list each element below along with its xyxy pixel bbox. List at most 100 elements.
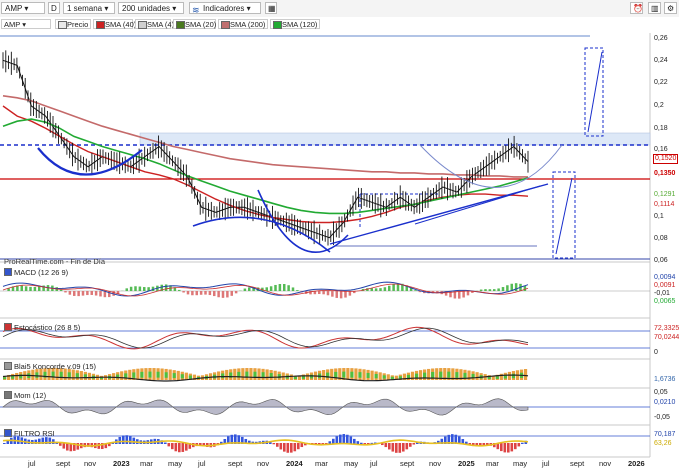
macd-histogram-bar xyxy=(24,286,28,291)
price-axis-label: 0,06 xyxy=(654,257,668,264)
stoch-panel-title[interactable]: Estocástico (26 8 5) xyxy=(4,323,80,332)
macd-histogram-bar xyxy=(501,287,505,291)
macd-axis-label: -0,01 xyxy=(653,290,671,298)
mom-panel-title[interactable]: Mom (12) xyxy=(4,391,46,400)
time-axis-label: mar xyxy=(140,459,153,468)
rsi-bar xyxy=(171,443,174,450)
macd-histogram-bar xyxy=(322,291,325,295)
macd-histogram-bar xyxy=(213,291,216,297)
koncorde-green-bar xyxy=(221,373,225,379)
koncorde-green-bar xyxy=(495,376,499,379)
koncorde-green-bar xyxy=(188,375,192,379)
macd-histogram-bar xyxy=(195,291,198,296)
rsi-bar xyxy=(398,443,402,453)
macd-histogram-bar xyxy=(462,291,465,298)
macd-histogram-bar xyxy=(278,284,282,291)
koncorde-panel-title[interactable]: Blai5 Koncorde v.09 (15) xyxy=(4,362,96,371)
macd-histogram-bar xyxy=(383,287,387,291)
koncorde-green-bar xyxy=(431,371,435,378)
rsi-bar xyxy=(300,443,304,448)
koncorde-bar xyxy=(507,371,512,380)
time-axis-label: sept xyxy=(56,459,71,468)
rsi-bar xyxy=(395,443,398,453)
koncorde-bar xyxy=(378,372,382,380)
koncorde-green-bar xyxy=(439,371,443,378)
projection-arrow-lower xyxy=(555,177,573,255)
macd-histogram-bar xyxy=(497,288,500,291)
rsi-bar xyxy=(412,443,416,445)
rsi-panel-title[interactable]: FILTRO RSI xyxy=(4,429,55,438)
rsi-title-text: FILTRO RSI xyxy=(14,429,55,438)
koncorde-green-bar xyxy=(511,373,516,379)
macd-histogram-bar xyxy=(466,291,470,296)
rsi-bar xyxy=(178,443,181,453)
macd-histogram-bar xyxy=(199,291,203,295)
rsi-bar xyxy=(335,436,339,444)
time-axis-label: jul xyxy=(370,459,378,468)
koncorde-bar xyxy=(370,370,374,380)
rsi-bar xyxy=(167,443,171,447)
koncorde-bar xyxy=(257,368,261,380)
stoch-axis-label: 70,0244 xyxy=(653,334,679,342)
rsi-bar xyxy=(510,443,514,452)
macd-histogram-bar xyxy=(331,291,334,297)
stoch-axis-label: 0 xyxy=(653,349,659,357)
macd-histogram-bar xyxy=(164,284,168,291)
price-axis-label: 0,22 xyxy=(654,79,668,86)
chart-svg[interactable] xyxy=(0,0,679,471)
koncorde-green-bar xyxy=(350,371,354,378)
koncorde-bar xyxy=(354,368,358,380)
rsi-bar xyxy=(129,436,132,444)
macd-histogram-bar xyxy=(479,289,483,291)
macd-histogram-bar xyxy=(134,286,137,291)
macd-histogram-bar xyxy=(335,291,338,298)
rsi-bar xyxy=(272,443,276,445)
macd-axis-label: 0,0091 xyxy=(653,282,677,290)
macd-histogram-bar xyxy=(99,291,102,297)
macd-histogram-bar xyxy=(143,287,146,291)
macd-histogram-bar xyxy=(94,291,98,296)
koncorde-bar xyxy=(168,369,172,380)
time-axis-label: nov xyxy=(599,459,612,468)
koncorde-bar xyxy=(362,369,366,380)
mom-axis-label: 0,0210 xyxy=(653,399,677,407)
price-axis-label: 0,08 xyxy=(654,235,668,242)
koncorde-green-bar xyxy=(390,376,394,380)
koncorde-bar xyxy=(217,371,221,380)
time-axis-label: 2024 xyxy=(286,459,303,468)
macd-histogram-bar xyxy=(458,291,461,299)
rsi-axis-label: 70,187 xyxy=(653,431,677,439)
rsi-bar xyxy=(286,443,290,453)
macd-axis-label: 0,0065 xyxy=(653,298,677,306)
price-axis-label: 0,26 xyxy=(654,35,668,42)
time-axis-label: sept xyxy=(400,459,415,468)
time-axis-label: may xyxy=(168,459,183,468)
rsi-bar xyxy=(507,443,510,453)
time-axis-label: mar xyxy=(315,459,328,468)
koncorde-green-bar xyxy=(463,372,467,378)
rounding-bottom-3 xyxy=(419,144,563,188)
rsi-bar xyxy=(384,443,388,448)
price-axis-label: 0,18 xyxy=(654,125,668,132)
stoch-title-text: Estocástico (26 8 5) xyxy=(14,323,81,332)
koncorde-bar xyxy=(176,370,180,380)
macd-histogram-bar xyxy=(283,284,286,291)
macd-panel-title[interactable]: MACD (12 26 9) xyxy=(4,268,68,277)
time-axis-label: sept xyxy=(228,459,243,468)
time-axis-label: nov xyxy=(84,459,97,468)
macd-histogram-bar xyxy=(86,291,89,296)
macd-histogram-bar xyxy=(488,289,492,291)
macd-histogram-bar xyxy=(493,289,496,291)
koncorde-green-bar xyxy=(301,376,306,379)
macd-histogram-bar xyxy=(374,288,378,291)
price-axis-label: 0,16 xyxy=(654,146,668,153)
time-axis-label: nov xyxy=(429,459,442,468)
koncorde-bar xyxy=(241,368,245,380)
koncorde-green-bar xyxy=(447,371,451,378)
rsi-bar xyxy=(118,436,122,444)
koncorde-green-bar xyxy=(293,376,297,380)
macd-histogram-bar xyxy=(274,284,277,291)
rsi-bar xyxy=(293,443,297,452)
price-tag-last: 0,1520 xyxy=(653,154,679,164)
time-axis-label: 2026 xyxy=(628,459,645,468)
